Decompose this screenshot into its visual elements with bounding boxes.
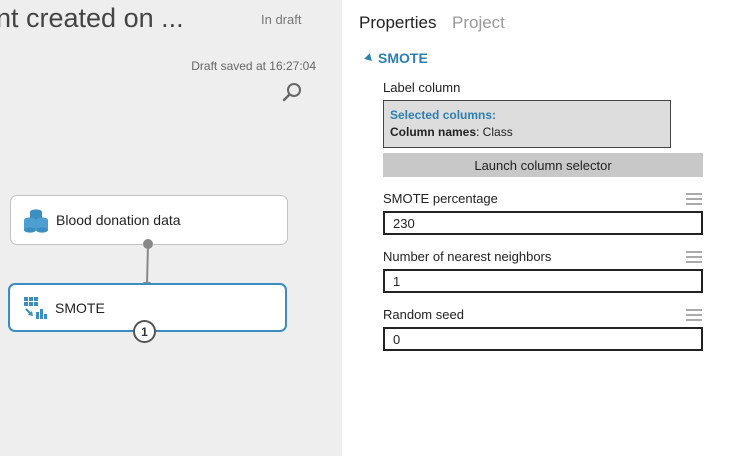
label-column-label: Label column xyxy=(383,80,461,95)
launch-column-selector-button[interactable]: Launch column selector xyxy=(383,153,703,177)
selected-columns-box: Selected columns: Column names: Class xyxy=(383,100,671,148)
section-title: SMOTE xyxy=(378,50,428,66)
smote-percentage-label: SMOTE percentage xyxy=(383,191,498,206)
column-names-label: Column names xyxy=(390,125,477,139)
parameter-menu-icon[interactable] xyxy=(686,251,702,263)
tab-properties[interactable]: Properties xyxy=(359,13,436,33)
experiment-canvas[interactable]: nt created on ... In draft Draft saved a… xyxy=(0,0,342,456)
smote-section-header[interactable]: SMOTE xyxy=(364,50,428,66)
smote-module-label: SMOTE xyxy=(55,299,105,316)
smote-output-port[interactable]: 1 xyxy=(133,320,156,343)
experiment-title[interactable]: nt created on ... xyxy=(0,3,184,34)
dataset-icon xyxy=(22,206,50,234)
parameter-menu-icon[interactable] xyxy=(686,193,702,205)
random-seed-input[interactable] xyxy=(383,327,703,351)
smote-module-icon xyxy=(21,294,49,322)
nearest-neighbors-input[interactable] xyxy=(383,269,703,293)
dataset-module[interactable]: Blood donation data xyxy=(10,195,288,245)
tab-project[interactable]: Project xyxy=(452,13,505,33)
column-names-row: Column names: Class xyxy=(390,124,664,141)
draft-status: In draft xyxy=(261,12,302,27)
magnifier-icon[interactable] xyxy=(281,81,303,103)
random-seed-label: Random seed xyxy=(383,307,464,322)
properties-panel: Properties Project SMOTE Label column Se… xyxy=(342,0,730,456)
dataset-output-port[interactable] xyxy=(143,239,153,249)
smote-percentage-input[interactable] xyxy=(383,211,703,235)
nearest-neighbors-label: Number of nearest neighbors xyxy=(383,249,552,264)
column-names-value: : Class xyxy=(476,125,513,139)
parameter-menu-icon[interactable] xyxy=(686,309,702,321)
draft-saved-text: Draft saved at 16:27:04 xyxy=(191,59,316,73)
selected-columns-title: Selected columns: xyxy=(390,108,497,122)
dataset-module-label: Blood donation data xyxy=(56,212,181,228)
collapse-triangle-icon xyxy=(364,52,375,64)
